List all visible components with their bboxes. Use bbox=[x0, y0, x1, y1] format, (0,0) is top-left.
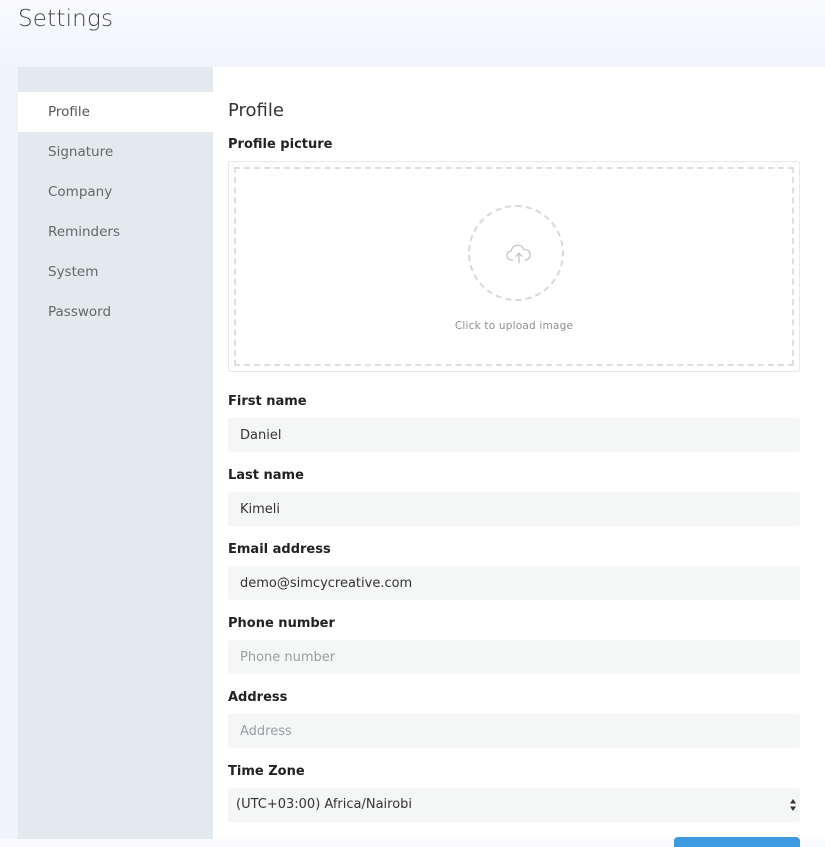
sidebar-item-company[interactable]: Company bbox=[18, 172, 213, 212]
timezone-selected-value: (UTC+03:00) Africa/Nairobi bbox=[236, 797, 413, 812]
select-arrows-icon bbox=[790, 799, 796, 811]
sidebar-item-signature[interactable]: Signature bbox=[18, 132, 213, 172]
profile-picture-dropzone: Click to upload image bbox=[228, 161, 800, 372]
profile-picture-label: Profile picture bbox=[228, 137, 333, 152]
upload-area[interactable]: Click to upload image bbox=[234, 167, 794, 366]
phone-input[interactable] bbox=[228, 640, 800, 674]
email-label: Email address bbox=[228, 542, 331, 557]
cloud-upload-icon bbox=[506, 244, 531, 264]
timezone-label: Time Zone bbox=[228, 764, 305, 779]
first-name-input[interactable] bbox=[228, 418, 800, 452]
last-name-input[interactable] bbox=[228, 492, 800, 526]
email-input[interactable] bbox=[228, 566, 800, 600]
profile-panel: Profile Profile picture Click to upload … bbox=[213, 67, 825, 847]
settings-sidebar: Profile Signature Company Reminders Syst… bbox=[18, 67, 213, 839]
sidebar-item-reminders[interactable]: Reminders bbox=[18, 212, 213, 252]
upload-circle bbox=[468, 205, 564, 301]
section-title: Profile bbox=[228, 100, 284, 121]
sidebar-item-system[interactable]: System bbox=[18, 252, 213, 292]
first-name-label: First name bbox=[228, 394, 307, 409]
last-name-label: Last name bbox=[228, 468, 304, 483]
address-input[interactable] bbox=[228, 714, 800, 748]
sidebar-item-password[interactable]: Password bbox=[18, 292, 213, 332]
timezone-select[interactable]: (UTC+03:00) Africa/Nairobi bbox=[228, 788, 800, 822]
address-label: Address bbox=[228, 690, 288, 705]
upload-hint: Click to upload image bbox=[454, 320, 574, 332]
phone-label: Phone number bbox=[228, 616, 335, 631]
page-title: Settings bbox=[18, 6, 114, 32]
sidebar-item-profile[interactable]: Profile bbox=[18, 92, 213, 132]
